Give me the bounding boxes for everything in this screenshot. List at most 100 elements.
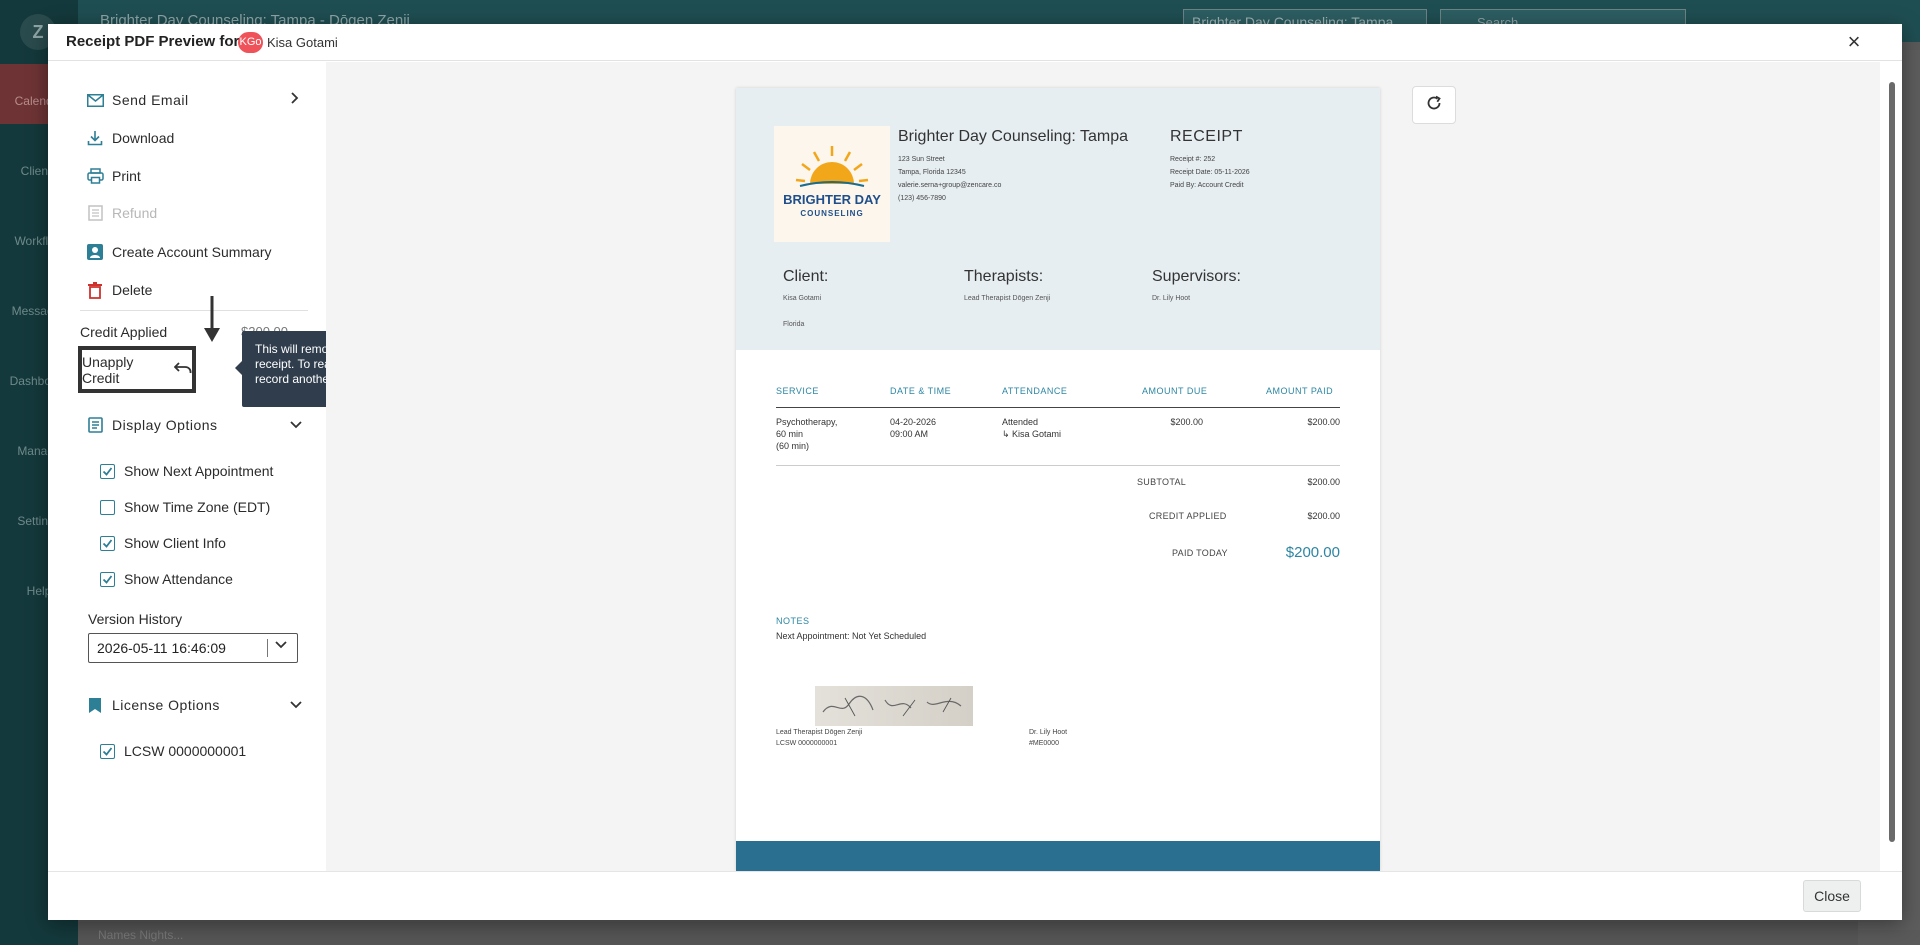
row-attendee: ↳ Kisa Gotami bbox=[1002, 429, 1062, 439]
unapply-credit-button[interactable]: Unapply Credit bbox=[78, 346, 196, 393]
notes-text: Next Appointment: Not Yet Scheduled bbox=[776, 631, 927, 641]
show-client-info-label: Show Client Info bbox=[124, 535, 226, 551]
modal-footer: Close bbox=[48, 871, 1902, 920]
credit-applied-receipt-value: $200.00 bbox=[1307, 511, 1340, 521]
close-button[interactable]: Close bbox=[1803, 880, 1861, 912]
show-client-info-checkbox[interactable]: Show Client Info bbox=[100, 532, 226, 554]
license-options-title: License Options bbox=[112, 697, 220, 713]
business-address2: Tampa, Florida 12345 bbox=[898, 169, 966, 176]
signature-right-id: #ME0000 bbox=[1029, 740, 1059, 747]
signature-right-name: Dr. Lily Hoot bbox=[1029, 729, 1068, 736]
show-time-zone-label: Show Time Zone (EDT) bbox=[124, 499, 271, 515]
signature-left-license: LCSW 0000000001 bbox=[776, 740, 838, 747]
refund-icon bbox=[86, 204, 104, 222]
chevron-right-icon[interactable] bbox=[290, 91, 300, 109]
license-options-header[interactable]: License Options bbox=[86, 693, 220, 717]
app-bottom-row: Names Nights... bbox=[78, 922, 1858, 945]
checkbox-checked-icon bbox=[100, 743, 115, 759]
checkbox-checked-icon bbox=[100, 571, 115, 587]
business-address1: 123 Sun Street bbox=[898, 156, 945, 163]
refund-label: Refund bbox=[112, 205, 158, 221]
license-lcsw-label: LCSW 0000000001 bbox=[124, 743, 247, 759]
arrow-down-icon bbox=[204, 296, 220, 342]
therapists-heading: Therapists: bbox=[964, 268, 1044, 285]
select-separator bbox=[267, 639, 268, 657]
version-history-value: 2026-05-11 16:46:09 bbox=[97, 640, 226, 656]
service-line3: (60 min) bbox=[776, 441, 810, 451]
logo-text-line2: COUNSELING bbox=[800, 209, 863, 218]
modal-header: Receipt PDF Preview for KGo Kisa Gotami … bbox=[48, 24, 1902, 61]
bookmark-icon bbox=[86, 696, 104, 714]
document-icon bbox=[86, 416, 104, 434]
show-next-appointment-checkbox[interactable]: Show Next Appointment bbox=[100, 460, 273, 482]
chevron-down-icon bbox=[275, 638, 287, 653]
scrollbar-thumb[interactable] bbox=[1889, 82, 1895, 842]
close-icon[interactable]: × bbox=[1842, 30, 1866, 54]
receipt-footer-bar bbox=[736, 841, 1380, 871]
receipt-preview-modal: Receipt PDF Preview for KGo Kisa Gotami … bbox=[48, 24, 1902, 920]
receipt-document: BRIGHTER DAY COUNSELING Brighter Day Cou… bbox=[736, 88, 1380, 871]
receipt-supervisor: Dr. Lily Hoot bbox=[1152, 295, 1191, 302]
show-next-appointment-label: Show Next Appointment bbox=[124, 463, 274, 479]
client-name[interactable]: Kisa Gotami bbox=[267, 35, 338, 50]
refund-button[interactable]: Refund bbox=[86, 199, 157, 227]
actions-divider bbox=[80, 310, 308, 311]
table-header-attendance: ATTENDANCE bbox=[1002, 386, 1068, 396]
delete-button[interactable]: Delete bbox=[86, 276, 152, 304]
row-attendance-status: Attended bbox=[1002, 417, 1039, 427]
download-button[interactable]: Download bbox=[86, 124, 174, 152]
business-logo: BRIGHTER DAY COUNSELING bbox=[774, 126, 890, 242]
receipt-client-name: Kisa Gotami bbox=[783, 295, 822, 302]
create-account-summary-button[interactable]: Create Account Summary bbox=[86, 238, 272, 266]
service-line1: Psychotherapy, bbox=[776, 417, 838, 427]
paid-today-value: $200.00 bbox=[1285, 544, 1340, 561]
receipt-date: Receipt Date: 05-11-2026 bbox=[1170, 169, 1250, 176]
send-email-button[interactable]: Send Email bbox=[86, 86, 189, 114]
table-header-service: SERVICE bbox=[776, 386, 819, 396]
license-lcsw-checkbox[interactable]: LCSW 0000000001 bbox=[100, 740, 246, 762]
display-options-header[interactable]: Display Options bbox=[86, 413, 218, 437]
client-avatar: KGo bbox=[238, 32, 263, 53]
chevron-down-icon[interactable] bbox=[290, 417, 302, 433]
print-button[interactable]: Print bbox=[86, 162, 141, 190]
preview-scrollbar[interactable] bbox=[1888, 68, 1898, 858]
display-options-title: Display Options bbox=[112, 417, 218, 433]
show-attendance-checkbox[interactable]: Show Attendance bbox=[100, 568, 233, 590]
modal-title: Receipt PDF Preview for bbox=[66, 33, 240, 50]
business-name: Brighter Day Counseling: Tampa bbox=[898, 128, 1129, 145]
print-label: Print bbox=[112, 168, 141, 184]
download-icon bbox=[86, 129, 104, 147]
client-heading: Client: bbox=[783, 268, 829, 285]
chevron-down-icon[interactable] bbox=[290, 697, 302, 713]
table-header-date: DATE & TIME bbox=[890, 386, 952, 396]
subtotal-value: $200.00 bbox=[1307, 477, 1340, 487]
subtotal-label: SUBTOTAL bbox=[1137, 477, 1187, 487]
row-service: Psychotherapy, 60 min (60 min) bbox=[776, 416, 837, 452]
signature-left-name: Lead Therapist Dōgen Zenji bbox=[776, 729, 863, 736]
receipt-header: BRIGHTER DAY COUNSELING Brighter Day Cou… bbox=[736, 88, 1380, 350]
receipt-therapist: Lead Therapist Dōgen Zenji bbox=[964, 295, 1051, 302]
business-email: valerie.serna+group@zencare.co bbox=[898, 182, 1002, 189]
version-history-select[interactable]: 2026-05-11 16:46:09 bbox=[88, 633, 298, 663]
credit-applied-label: Credit Applied bbox=[80, 324, 168, 340]
version-history-label: Version History bbox=[88, 611, 183, 627]
table-header-rule bbox=[776, 407, 1340, 408]
show-time-zone-checkbox[interactable]: Show Time Zone (EDT) bbox=[100, 496, 270, 518]
create-account-summary-label: Create Account Summary bbox=[112, 244, 272, 260]
refresh-icon bbox=[1426, 95, 1442, 116]
signature-image bbox=[815, 686, 973, 726]
row-date: 04-20-2026 bbox=[890, 417, 937, 427]
checkbox-checked-icon bbox=[100, 535, 115, 551]
printer-icon bbox=[86, 167, 104, 185]
receipt-title: RECEIPT bbox=[1170, 128, 1243, 145]
receipt-paid-by: Paid By: Account Credit bbox=[1170, 182, 1244, 189]
show-attendance-label: Show Attendance bbox=[124, 571, 233, 587]
refresh-button[interactable] bbox=[1412, 86, 1456, 124]
notes-heading: NOTES bbox=[776, 616, 810, 626]
unapply-credit-label: Unapply Credit bbox=[82, 353, 134, 386]
send-email-label: Send Email bbox=[112, 92, 189, 108]
trash-icon bbox=[86, 281, 104, 299]
delete-label: Delete bbox=[112, 282, 153, 298]
table-header-amount-due: AMOUNT DUE bbox=[1142, 386, 1208, 396]
row-amount-paid: $200.00 bbox=[1307, 417, 1340, 427]
